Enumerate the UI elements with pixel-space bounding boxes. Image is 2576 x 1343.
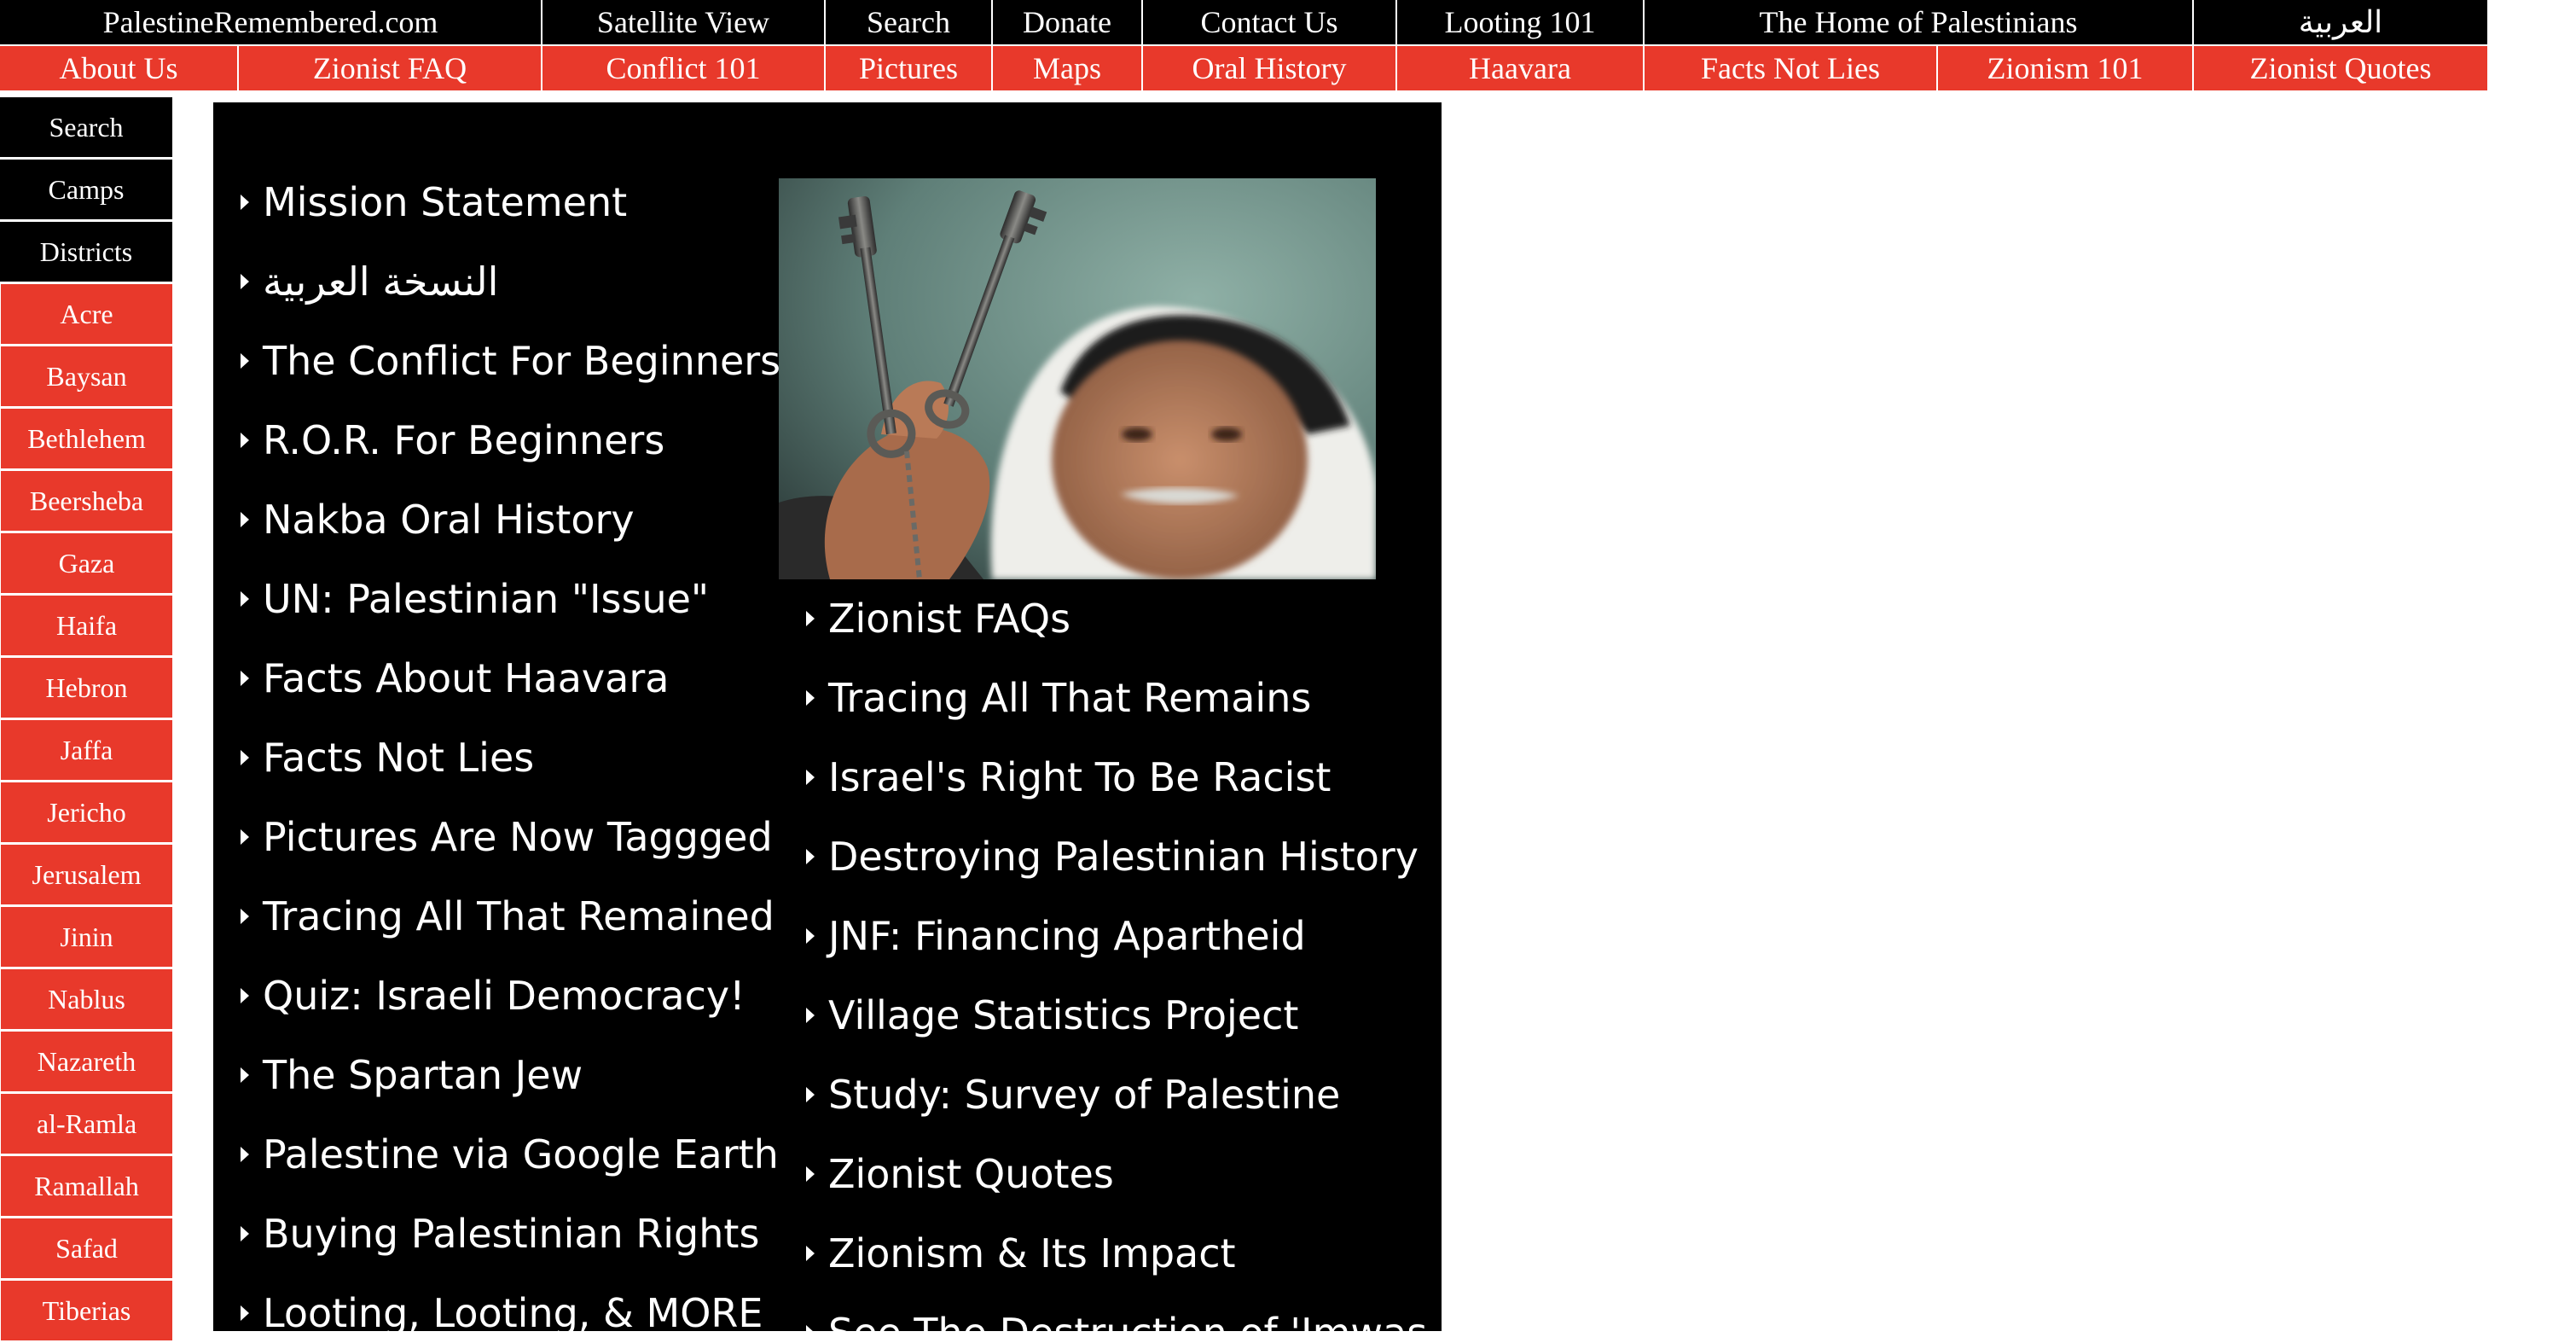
triangle-bullet-icon bbox=[806, 611, 815, 626]
triangle-bullet-icon bbox=[806, 1008, 815, 1023]
sidebar-item-camps[interactable]: Camps bbox=[0, 160, 172, 219]
right-link-column: Zionist FAQs Tracing All That Remains Is… bbox=[806, 596, 1427, 1331]
nav-search[interactable]: Search bbox=[826, 0, 993, 44]
link-arabic-version[interactable]: النسخة العربية bbox=[241, 259, 780, 338]
link-village-statistics[interactable]: Village Statistics Project bbox=[806, 992, 1427, 1072]
sidebar-item-search[interactable]: Search bbox=[0, 97, 172, 157]
link-un-palestinian-issue[interactable]: UN: Palestinian "Issue" bbox=[241, 576, 780, 655]
sidebar-item-districts[interactable]: Districts bbox=[0, 222, 172, 282]
link-destruction-imwas[interactable]: See The Destruction of 'Imwas bbox=[806, 1310, 1427, 1331]
triangle-bullet-icon bbox=[806, 1325, 815, 1331]
nav-oral-history[interactable]: Oral History bbox=[1143, 46, 1397, 90]
left-link-column: Mission Statement النسخة العربية The Con… bbox=[241, 179, 780, 1331]
triangle-bullet-icon bbox=[241, 353, 249, 369]
link-quiz-israeli-democracy[interactable]: Quiz: Israeli Democracy! bbox=[241, 973, 780, 1052]
nav-maps[interactable]: Maps bbox=[993, 46, 1143, 90]
link-zionism-impact[interactable]: Zionism & Its Impact bbox=[806, 1230, 1427, 1310]
link-jnf-financing[interactable]: JNF: Financing Apartheid bbox=[806, 913, 1427, 992]
link-zionist-faqs[interactable]: Zionist FAQs bbox=[806, 596, 1427, 675]
sidebar-item-ramallah[interactable]: Ramallah bbox=[0, 1156, 172, 1216]
nav-donate[interactable]: Donate bbox=[993, 0, 1143, 44]
triangle-bullet-icon bbox=[241, 195, 249, 210]
sidebar-item-tiberias[interactable]: Tiberias bbox=[0, 1281, 172, 1340]
sidebar-item-acre[interactable]: Acre bbox=[0, 284, 172, 344]
link-survey-of-palestine[interactable]: Study: Survey of Palestine bbox=[806, 1072, 1427, 1151]
nav-looting-101[interactable]: Looting 101 bbox=[1397, 0, 1645, 44]
nav-conflict-101[interactable]: Conflict 101 bbox=[542, 46, 826, 90]
sidebar-item-safad[interactable]: Safad bbox=[0, 1218, 172, 1278]
triangle-bullet-icon bbox=[241, 750, 249, 765]
link-ror-for-beginners[interactable]: R.O.R. For Beginners bbox=[241, 417, 780, 497]
sidebar-item-gaza[interactable]: Gaza bbox=[0, 533, 172, 593]
link-facts-about-haavara[interactable]: Facts About Haavara bbox=[241, 655, 780, 735]
nav-zionism-101[interactable]: Zionism 101 bbox=[1938, 46, 2194, 90]
triangle-bullet-icon bbox=[241, 909, 249, 924]
sidebar-item-nablus[interactable]: Nablus bbox=[0, 969, 172, 1029]
sidebar-item-jinin[interactable]: Jinin bbox=[0, 907, 172, 967]
key-holder-photo bbox=[779, 178, 1376, 579]
main-content-panel: Mission Statement النسخة العربية The Con… bbox=[213, 102, 1442, 1331]
triangle-bullet-icon bbox=[806, 1246, 815, 1261]
triangle-bullet-icon bbox=[241, 591, 249, 607]
sidebar-item-baysan[interactable]: Baysan bbox=[0, 346, 172, 406]
link-buying-palestinian-rights[interactable]: Buying Palestinian Rights bbox=[241, 1211, 780, 1290]
link-destroying-history[interactable]: Destroying Palestinian History bbox=[806, 834, 1427, 913]
triangle-bullet-icon bbox=[806, 849, 815, 864]
link-pictures-tagged[interactable]: Pictures Are Now Taggged bbox=[241, 814, 780, 893]
nav-arabic[interactable]: العربية bbox=[2194, 0, 2487, 44]
nav-haavara[interactable]: Haavara bbox=[1397, 46, 1645, 90]
nav-home-link[interactable]: PalestineRemembered.com bbox=[0, 0, 542, 44]
sidebar-item-jerusalem[interactable]: Jerusalem bbox=[0, 845, 172, 904]
triangle-bullet-icon bbox=[241, 988, 249, 1003]
link-zionist-quotes[interactable]: Zionist Quotes bbox=[806, 1151, 1427, 1230]
sidebar-item-jericho[interactable]: Jericho bbox=[0, 782, 172, 842]
triangle-bullet-icon bbox=[241, 1226, 249, 1241]
top-nav-bar: PalestineRemembered.com Satellite View S… bbox=[0, 0, 2487, 44]
triangle-bullet-icon bbox=[241, 1305, 249, 1321]
triangle-bullet-icon bbox=[241, 433, 249, 448]
sidebar-item-nazareth[interactable]: Nazareth bbox=[0, 1032, 172, 1091]
secondary-nav-bar: About Us Zionist FAQ Conflict 101 Pictur… bbox=[0, 46, 2487, 90]
sidebar-item-al-ramla[interactable]: al-Ramla bbox=[0, 1094, 172, 1154]
sidebar-item-beersheba[interactable]: Beersheba bbox=[0, 471, 172, 531]
key-holder-photo-illustration bbox=[779, 178, 1376, 579]
nav-facts-not-lies[interactable]: Facts Not Lies bbox=[1645, 46, 1938, 90]
triangle-bullet-icon bbox=[241, 1147, 249, 1162]
triangle-bullet-icon bbox=[241, 829, 249, 845]
sidebar-item-bethlehem[interactable]: Bethlehem bbox=[0, 409, 172, 468]
triangle-bullet-icon bbox=[241, 512, 249, 527]
nav-satellite-view[interactable]: Satellite View bbox=[542, 0, 826, 44]
triangle-bullet-icon bbox=[241, 671, 249, 686]
triangle-bullet-icon bbox=[806, 1166, 815, 1182]
triangle-bullet-icon bbox=[806, 770, 815, 785]
triangle-bullet-icon bbox=[806, 1087, 815, 1102]
sidebar: Search Camps Districts Acre Baysan Bethl… bbox=[0, 97, 172, 1343]
nav-home-of-palestinians[interactable]: The Home of Palestinians bbox=[1645, 0, 2194, 44]
nav-about-us[interactable]: About Us bbox=[0, 46, 239, 90]
triangle-bullet-icon bbox=[241, 274, 249, 289]
nav-contact-us[interactable]: Contact Us bbox=[1143, 0, 1397, 44]
triangle-bullet-icon bbox=[806, 928, 815, 944]
link-mission-statement[interactable]: Mission Statement bbox=[241, 179, 780, 259]
link-looting-and-more[interactable]: Looting, Looting, & MORE bbox=[241, 1290, 780, 1331]
nav-pictures[interactable]: Pictures bbox=[826, 46, 993, 90]
link-facts-not-lies[interactable]: Facts Not Lies bbox=[241, 735, 780, 814]
link-google-earth[interactable]: Palestine via Google Earth bbox=[241, 1131, 780, 1211]
sidebar-item-jaffa[interactable]: Jaffa bbox=[0, 720, 172, 780]
nav-zionist-faq[interactable]: Zionist FAQ bbox=[239, 46, 542, 90]
sidebar-item-haifa[interactable]: Haifa bbox=[0, 596, 172, 655]
link-spartan-jew[interactable]: The Spartan Jew bbox=[241, 1052, 780, 1131]
sidebar-item-hebron[interactable]: Hebron bbox=[0, 658, 172, 718]
nav-zionist-quotes[interactable]: Zionist Quotes bbox=[2194, 46, 2487, 90]
link-right-to-be-racist[interactable]: Israel's Right To Be Racist bbox=[806, 754, 1427, 834]
triangle-bullet-icon bbox=[241, 1067, 249, 1083]
link-tracing-all-that-remained[interactable]: Tracing All That Remained bbox=[241, 893, 780, 973]
triangle-bullet-icon bbox=[806, 690, 815, 706]
link-nakba-oral-history[interactable]: Nakba Oral History bbox=[241, 497, 780, 576]
link-conflict-for-beginners[interactable]: The Conflict For Beginners bbox=[241, 338, 780, 417]
link-tracing-all-that-remains[interactable]: Tracing All That Remains bbox=[806, 675, 1427, 754]
